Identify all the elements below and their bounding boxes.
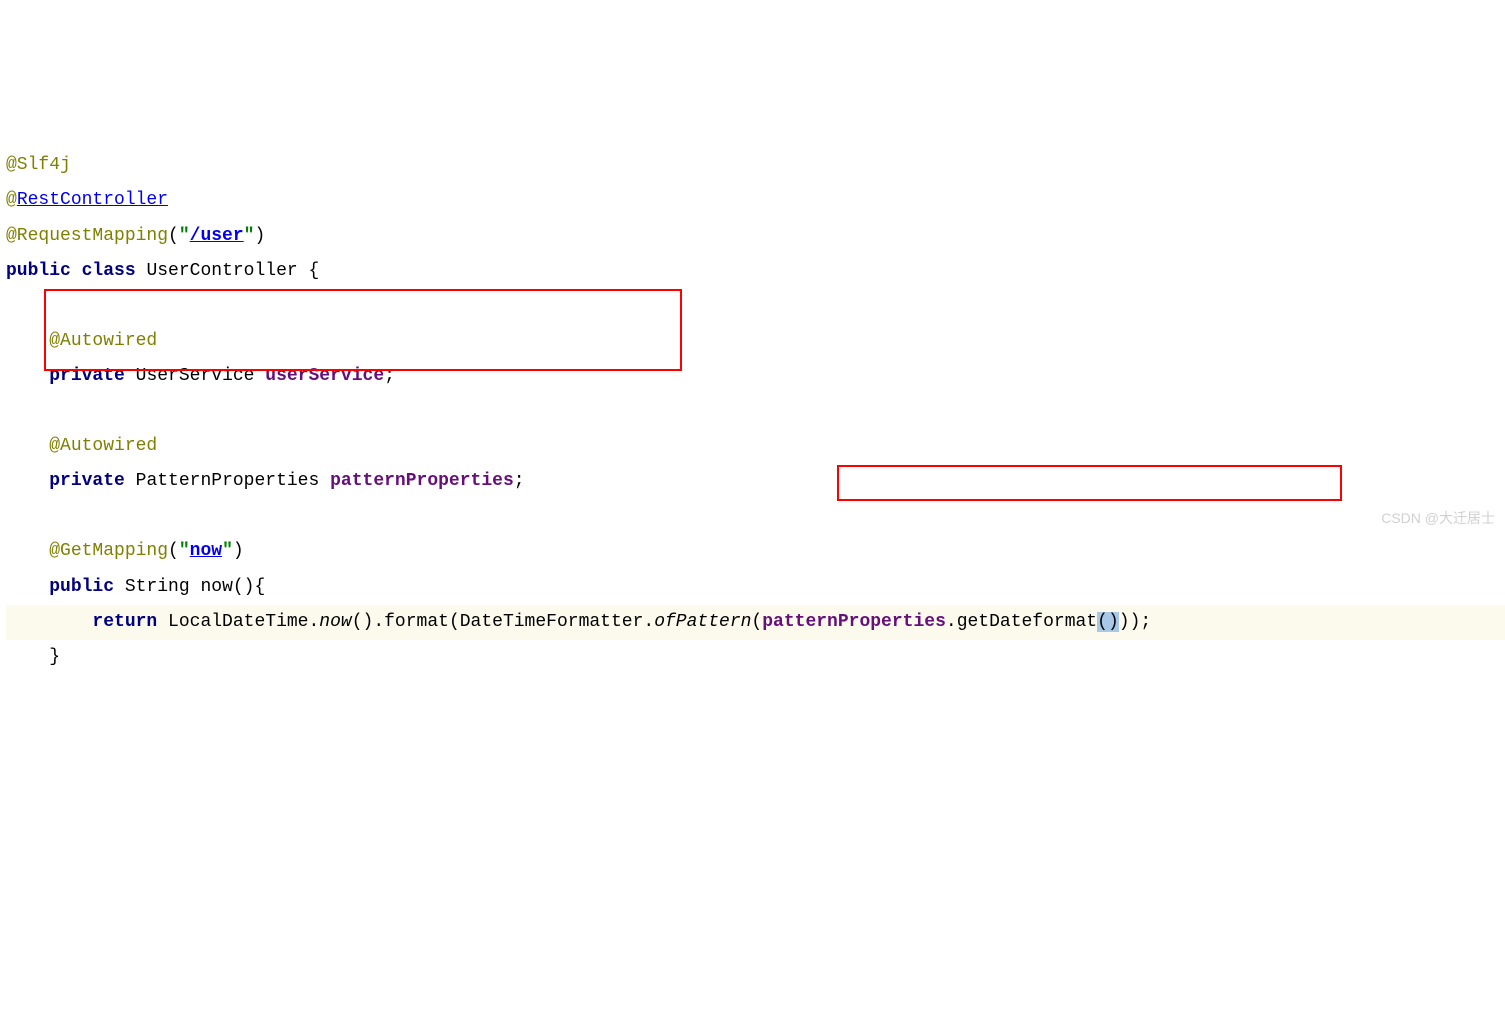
- caret-highlight-close: ): [1108, 612, 1119, 632]
- type-userservice: UserService: [136, 366, 255, 386]
- keyword-return: return: [92, 612, 157, 632]
- paren: (: [449, 612, 460, 632]
- string-quote: ": [179, 226, 190, 246]
- annotation-at: @: [6, 190, 17, 210]
- semicolon: ;: [514, 471, 525, 491]
- paren: (: [168, 226, 179, 246]
- brace: {: [309, 261, 320, 281]
- dot: .: [373, 612, 384, 632]
- mapping-path-link[interactable]: /user: [190, 226, 244, 246]
- parens: (): [233, 577, 255, 597]
- type-localdatetime: LocalDateTime: [168, 612, 308, 632]
- paren: ): [254, 226, 265, 246]
- type-datetimeformatter: DateTimeFormatter: [460, 612, 644, 632]
- semicolon: ;: [1140, 612, 1151, 632]
- type-patternproperties: PatternProperties: [136, 471, 320, 491]
- annotation-getmapping: @GetMapping: [49, 541, 168, 561]
- string-quote: ": [179, 541, 190, 561]
- semicolon: ;: [384, 366, 395, 386]
- annotation-slf4j: @Slf4j: [6, 155, 71, 175]
- keyword-private: private: [49, 471, 125, 491]
- annotation-autowired: @Autowired: [49, 436, 157, 456]
- keyword-private: private: [49, 366, 125, 386]
- annotation-autowired: @Autowired: [49, 331, 157, 351]
- brace-close: }: [49, 647, 60, 667]
- class-name: UserController: [146, 261, 297, 281]
- paren: (: [751, 612, 762, 632]
- paren: ): [1130, 612, 1141, 632]
- current-line-highlight: return LocalDateTime.now().format(DateTi…: [6, 605, 1505, 640]
- watermark: CSDN @大迁居士: [1381, 505, 1495, 532]
- field-userservice: userService: [265, 366, 384, 386]
- keyword-public: public: [6, 261, 71, 281]
- paren: (: [168, 541, 179, 561]
- paren: ): [233, 541, 244, 561]
- paren: ): [1119, 612, 1130, 632]
- keyword-class: class: [82, 261, 136, 281]
- brace: {: [254, 577, 265, 597]
- annotation-restcontroller-link[interactable]: RestController: [17, 190, 168, 210]
- keyword-public: public: [49, 577, 114, 597]
- method-now-static: now: [319, 612, 351, 632]
- string-quote: ": [222, 541, 233, 561]
- string-quote: ": [244, 226, 255, 246]
- mapping-now-link[interactable]: now: [190, 541, 222, 561]
- method-format: format: [384, 612, 449, 632]
- method-getdateformat: getDateformat: [957, 612, 1097, 632]
- dot: .: [946, 612, 957, 632]
- parens: (): [352, 612, 374, 632]
- code-editor[interactable]: @Slf4j @RestController @RequestMapping("…: [6, 148, 1505, 674]
- field-patternproperties: patternProperties: [330, 471, 514, 491]
- method-ofpattern: ofPattern: [654, 612, 751, 632]
- annotation-requestmapping: @RequestMapping: [6, 226, 168, 246]
- caret-highlight-open: (: [1097, 612, 1108, 632]
- dot: .: [308, 612, 319, 632]
- field-patternproperties-ref: patternProperties: [762, 612, 946, 632]
- type-string: String: [125, 577, 190, 597]
- dot: .: [643, 612, 654, 632]
- method-now: now: [200, 577, 232, 597]
